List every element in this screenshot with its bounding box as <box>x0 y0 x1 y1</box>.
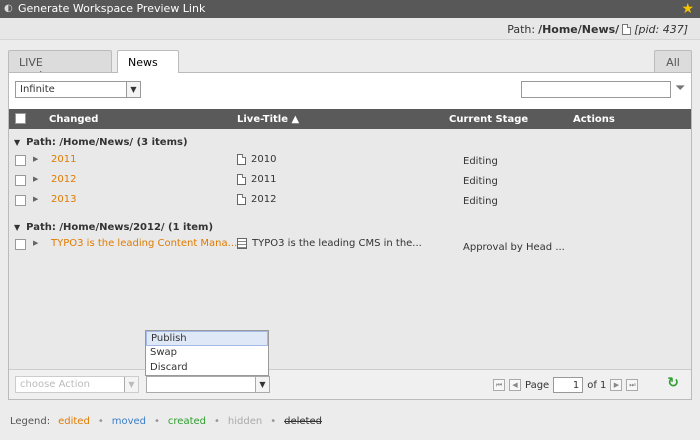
live-title-text: 2010 <box>251 154 277 165</box>
live-title-cell: 2011 <box>237 174 276 185</box>
row-checkbox[interactable] <box>15 155 26 166</box>
table-row[interactable]: ▶ 2011 2010 Editing <box>9 151 691 171</box>
table-row[interactable]: ▶ TYPO3 is the leading Content Mana... T… <box>9 235 691 255</box>
legend-separator: • <box>154 416 160 427</box>
legend: Legend: edited • moved • created • hidde… <box>10 416 322 427</box>
tab-news[interactable]: News <box>117 50 179 73</box>
tab-all[interactable]: All <box>654 50 692 72</box>
depth-select[interactable]: Infinite ▼ <box>15 81 141 98</box>
bookmark-star-icon[interactable]: ★ <box>681 0 694 18</box>
path-label: Path: <box>507 23 536 36</box>
top-toolbar: ◐ Generate Workspace Preview Link ★ <box>0 0 700 18</box>
expand-icon[interactable]: ▶ <box>33 175 38 183</box>
legend-moved: moved <box>111 416 146 427</box>
legend-deleted: deleted <box>284 416 322 427</box>
expand-icon[interactable]: ▶ <box>33 195 38 203</box>
option-swap[interactable]: Swap <box>146 346 268 361</box>
page-icon <box>237 174 246 185</box>
select-all-checkbox[interactable] <box>15 113 26 124</box>
legend-created: created <box>167 416 206 427</box>
row-checkbox[interactable] <box>15 175 26 186</box>
legend-separator: • <box>270 416 277 427</box>
table-row[interactable]: ▶ 2012 2011 Editing <box>9 171 691 191</box>
row-checkbox[interactable] <box>15 239 26 250</box>
filter-icon[interactable]: ⏷ <box>675 81 685 97</box>
workspace-panel: Infinite ▼ ⏷ Changed Live-Title ▲ Curren… <box>8 72 692 400</box>
live-title-cell: 2012 <box>237 194 276 205</box>
page-id: [pid: 437] <box>634 23 688 36</box>
group-label: Path: /Home/News/ (3 items) <box>26 137 188 148</box>
option-publish[interactable]: Publish <box>146 331 268 346</box>
search-input[interactable] <box>521 81 671 98</box>
live-title-text: TYPO3 is the leading CMS in the... <box>252 238 422 249</box>
last-page-icon[interactable]: ⏭ <box>626 379 639 391</box>
choose-action-value: choose Action <box>20 379 90 390</box>
workspace-icon: ◐ <box>4 3 13 14</box>
first-page-icon[interactable]: ⏮ <box>493 379 505 391</box>
path-value: /Home/News/ <box>538 23 620 36</box>
depth-value: Infinite <box>20 84 55 95</box>
next-page-icon[interactable]: ▶ <box>610 379 623 391</box>
page-icon <box>237 154 246 165</box>
page-icon <box>622 24 632 35</box>
live-title-cell: TYPO3 is the leading CMS in the... <box>237 238 422 249</box>
collapse-icon[interactable]: ▼ <box>14 138 20 147</box>
changed-title-link[interactable]: 2013 <box>51 194 76 205</box>
row-checkbox[interactable] <box>15 195 26 206</box>
page-number-input[interactable]: 1 <box>553 377 584 393</box>
legend-hidden: hidden <box>227 416 263 427</box>
legend-edited: edited <box>58 416 90 427</box>
preview-link-button[interactable]: ◐ Generate Workspace Preview Link <box>4 2 205 16</box>
stage-cell: Approval by Head ... <box>463 242 565 253</box>
tab-live-workspace[interactable]: LIVE workspace <box>8 50 112 82</box>
page-icon <box>237 194 246 205</box>
refresh-icon[interactable]: ↻ <box>667 375 679 391</box>
filter-bar: Infinite ▼ ⏷ <box>9 73 691 109</box>
changed-title-link[interactable]: 2011 <box>51 154 76 165</box>
expand-icon[interactable]: ▶ <box>33 155 38 163</box>
column-live-title[interactable]: Live-Title ▲ <box>237 114 299 125</box>
column-actions[interactable]: Actions <box>573 114 615 125</box>
grid-header: Changed Live-Title ▲ Current Stage Actio… <box>9 109 691 129</box>
grid-body: ▼ Path: /Home/News/ (3 items) ▶ 2011 2010… <box>9 129 691 369</box>
legend-separator: • <box>97 416 104 427</box>
live-title-cell: 2010 <box>237 154 276 165</box>
expand-icon[interactable]: ▶ <box>33 239 38 247</box>
chevron-down-icon[interactable]: ▼ <box>255 377 269 392</box>
legend-label: Legend: <box>10 416 51 427</box>
mass-action-dropdown: Publish Swap Discard <box>145 330 269 376</box>
table-row[interactable]: ▶ 2013 2012 Editing <box>9 191 691 211</box>
group-header[interactable]: ▼ Path: /Home/News/ (3 items) <box>14 137 188 148</box>
stage-cell: Editing <box>463 176 498 187</box>
page-count: of 1 <box>587 379 607 391</box>
column-changed[interactable]: Changed <box>49 114 98 125</box>
collapse-icon[interactable]: ▼ <box>14 223 20 232</box>
column-current-stage[interactable]: Current Stage <box>449 114 528 125</box>
legend-separator: • <box>214 416 220 427</box>
option-discard[interactable]: Discard <box>146 361 268 376</box>
group-header[interactable]: ▼ Path: /Home/News/2012/ (1 item) <box>14 222 213 233</box>
preview-link-label: Generate Workspace Preview Link <box>18 2 206 15</box>
page-label: Page <box>525 379 550 391</box>
content-element-icon <box>237 238 247 249</box>
chevron-down-icon[interactable]: ▼ <box>124 377 138 392</box>
pager: ⏮ ◀ Page 1 of 1 ▶ ⏭ <box>493 376 639 394</box>
mass-action-select[interactable]: ▼ <box>146 376 270 393</box>
chevron-down-icon[interactable]: ▼ <box>126 82 140 97</box>
path-info: Path: /Home/News/ [pid: 437] <box>507 23 688 36</box>
workspace-tabs: LIVE workspace News All <box>8 50 692 82</box>
changed-title-link[interactable]: 2012 <box>51 174 76 185</box>
changed-title-link[interactable]: TYPO3 is the leading Content Mana... <box>51 238 237 249</box>
prev-page-icon[interactable]: ◀ <box>509 379 521 391</box>
group-label: Path: /Home/News/2012/ (1 item) <box>26 222 214 233</box>
choose-action-select[interactable]: choose Action ▼ <box>15 376 139 393</box>
stage-cell: Editing <box>463 196 498 207</box>
stage-cell: Editing <box>463 156 498 167</box>
live-title-text: 2012 <box>251 194 277 205</box>
path-bar: Path: /Home/News/ [pid: 437] <box>0 18 700 40</box>
live-title-text: 2011 <box>251 174 277 185</box>
bottom-toolbar: choose Action ▼ ▼ ⏮ ◀ Page 1 of 1 ▶ ⏭ ↻ <box>9 369 691 399</box>
